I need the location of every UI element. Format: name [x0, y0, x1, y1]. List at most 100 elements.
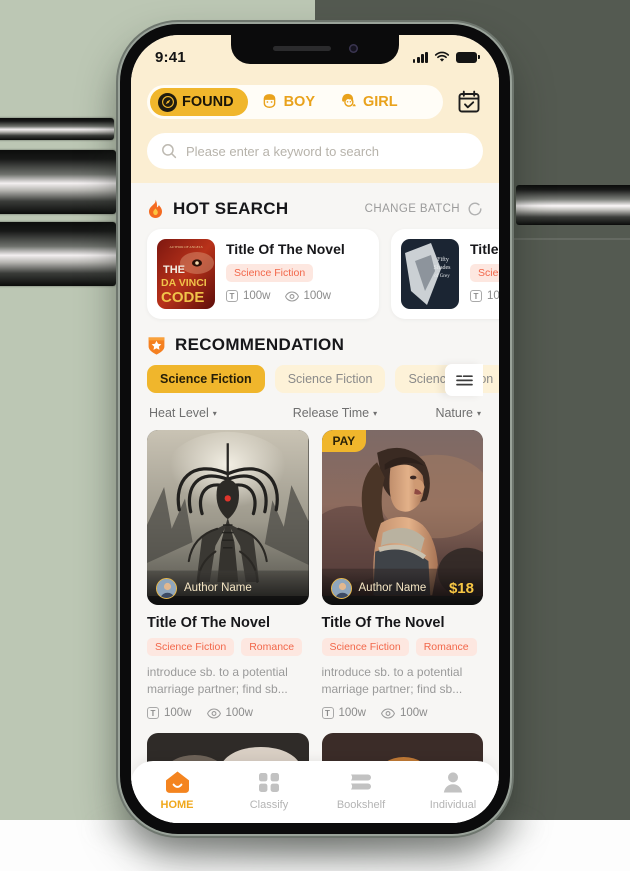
- text-count-icon: T: [226, 290, 238, 302]
- volume-down-button[interactable]: [0, 222, 116, 286]
- da-vinci-code-cover: AUTHOR OF ANGELS THE DA VINCI CODE: [157, 239, 215, 309]
- list-item[interactable]: AUTHOR OF ANGELS THE DA VINCI CODE Title…: [147, 229, 379, 319]
- text-count-icon: T: [321, 707, 334, 720]
- sort-nature[interactable]: Nature ▾: [395, 406, 481, 420]
- text-count-icon: T: [470, 290, 482, 302]
- eye-icon: [284, 290, 299, 302]
- list-item[interactable]: Fifty Shades of Grey Title Of Science F …: [391, 229, 499, 319]
- battery-full-icon: [456, 51, 480, 63]
- home-icon: [164, 770, 191, 794]
- category-tabs[interactable]: Science Fiction Science Fiction Science …: [147, 365, 499, 393]
- adventurer-woman-art[interactable]: PAY Author Name $18: [321, 430, 483, 605]
- segment-found[interactable]: FOUND: [150, 88, 248, 116]
- search-icon: [162, 144, 177, 159]
- scroll-body[interactable]: HOT SEARCH CHANGE BATCH AUTHOR OF ANGELS…: [131, 183, 499, 823]
- recommendation-title: RECOMMENDATION: [175, 335, 345, 354]
- hot-item-tag: Science F: [470, 264, 499, 282]
- segment-girl-label: GIRL: [362, 93, 398, 110]
- app-header: FOUND BOY GIRL Please enter a keyword to…: [131, 79, 499, 183]
- hot-search-list[interactable]: AUTHOR OF ANGELS THE DA VINCI CODE Title…: [131, 229, 499, 319]
- fifty-shades-cover: Fifty Shades of Grey: [401, 239, 459, 309]
- author-name: Author Name: [358, 582, 427, 594]
- sort-release-time[interactable]: Release Time ▾: [275, 406, 395, 420]
- book-description: introduce sb. to a potential marriage pa…: [147, 665, 288, 697]
- svg-text:THE: THE: [163, 264, 185, 276]
- girl-face-icon: [339, 91, 358, 114]
- cover-footer: Author Name: [147, 571, 309, 605]
- author-avatar: [330, 577, 352, 599]
- word-count-value: 100w: [243, 290, 271, 302]
- recommendation-header: RECOMMENDATION: [131, 319, 499, 365]
- earpiece-speaker: [272, 46, 331, 51]
- grid-icon: [257, 770, 281, 794]
- book-tag: Science Fiction: [321, 638, 409, 656]
- segment-girl[interactable]: GIRL: [327, 88, 410, 116]
- sort-nature-label: Nature: [435, 406, 473, 420]
- bottom-tab-bar[interactable]: HOME Classify Bookshelf Individual: [131, 761, 499, 823]
- svg-text:AUTHOR OF ANGELS: AUTHOR OF ANGELS: [169, 245, 202, 249]
- author-name: Author Name: [184, 582, 252, 594]
- book-title: Title Of The Novel: [147, 615, 271, 631]
- view-count: 100w: [381, 707, 428, 719]
- pay-badge: PAY: [321, 430, 367, 452]
- tab-home-label: HOME: [160, 798, 194, 811]
- tab-home[interactable]: HOME: [131, 770, 223, 811]
- book-card[interactable]: PAY Author Name $18 Title Of The Novel S…: [321, 430, 483, 720]
- power-button[interactable]: [516, 185, 630, 225]
- book-tag: Romance: [241, 638, 303, 656]
- book-grid[interactable]: Author Name Title Of The Novel Science F…: [131, 430, 499, 720]
- category-tab-0[interactable]: Science Fiction: [147, 365, 265, 393]
- search-input[interactable]: Please enter a keyword to search: [186, 144, 379, 159]
- mute-switch[interactable]: [0, 118, 114, 140]
- sort-row[interactable]: Heat Level ▾ Release Time ▾ Nature ▾: [131, 393, 499, 430]
- change-batch-button[interactable]: CHANGE BATCH: [365, 201, 483, 217]
- eye-icon: [381, 708, 395, 719]
- alien-creature-art[interactable]: Author Name: [147, 430, 309, 605]
- shield-star-icon: [147, 335, 166, 355]
- change-batch-label: CHANGE BATCH: [364, 203, 460, 215]
- book-tag: Romance: [415, 638, 477, 656]
- word-count: T 100w: [321, 707, 366, 720]
- audience-segment-control[interactable]: FOUND BOY GIRL: [147, 85, 443, 119]
- text-count-icon: T: [147, 707, 159, 720]
- chevron-down-icon: ▾: [373, 408, 378, 418]
- eye-icon: [206, 708, 221, 719]
- hot-item-info: Title Of Science F T 100w 100w: [470, 239, 499, 302]
- volume-up-button[interactable]: [0, 150, 116, 214]
- cover-footer: Author Name $18: [321, 571, 483, 605]
- hot-item-title: Title Of: [470, 241, 499, 257]
- view-count-value: 100w: [400, 707, 428, 720]
- flame-icon: [147, 199, 164, 219]
- status-indicators: [412, 51, 480, 63]
- book-description: introduce sb. to a potential marriage pa…: [321, 665, 463, 697]
- search-bar[interactable]: Please enter a keyword to search: [147, 133, 483, 169]
- view-count-value: 100w: [303, 290, 332, 302]
- boy-face-icon: [260, 91, 279, 114]
- tab-individual-label: Individual: [429, 798, 477, 811]
- chevron-down-icon: ▾: [212, 408, 217, 418]
- hot-item-title: Title Of The Novel: [226, 241, 345, 257]
- book-meta: T 100w 100w: [147, 707, 309, 720]
- book-card[interactable]: Author Name Title Of The Novel Science F…: [147, 430, 309, 720]
- segment-boy-label: BOY: [283, 93, 315, 110]
- status-clock: 9:41: [155, 48, 186, 66]
- word-count-value: 100w: [487, 290, 499, 302]
- refresh-icon: [468, 202, 482, 216]
- tab-individual[interactable]: Individual: [407, 770, 499, 811]
- sort-heat-level[interactable]: Heat Level ▾: [149, 406, 275, 420]
- filter-lines-icon[interactable]: [445, 364, 483, 396]
- calendar-check-icon[interactable]: [455, 88, 483, 116]
- svg-text:of Grey: of Grey: [434, 274, 450, 279]
- segment-boy[interactable]: BOY: [248, 88, 327, 116]
- tab-classify[interactable]: Classify: [223, 770, 315, 811]
- category-tab-1[interactable]: Science Fiction: [274, 365, 386, 393]
- sort-heat-level-label: Heat Level: [149, 406, 209, 420]
- front-camera-icon: [348, 44, 358, 53]
- word-count: T 100w: [470, 290, 499, 302]
- svg-text:Fifty: Fifty: [437, 256, 449, 263]
- author-avatar: [156, 577, 177, 599]
- view-count: 100w: [206, 707, 253, 719]
- person-icon: [441, 770, 465, 794]
- tab-bookshelf[interactable]: Bookshelf: [315, 770, 407, 811]
- phone-frame: 9:41 FOUND BOY GIRL Please enter a keywo…: [120, 24, 510, 834]
